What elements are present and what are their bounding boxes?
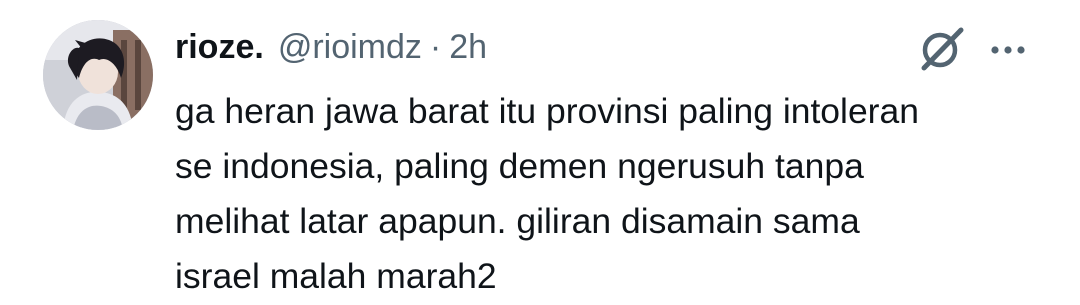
more-options-button[interactable] bbox=[986, 30, 1030, 70]
tweet-card[interactable]: rioze. @rioimdz · 2h ga heran jawa barat… bbox=[0, 0, 1080, 305]
tweet-header: rioze. @rioimdz · 2h bbox=[175, 22, 487, 72]
tweet-timestamp[interactable]: 2h bbox=[449, 28, 487, 67]
tweet-text-line: ga heran jawa barat itu provinsi paling … bbox=[175, 91, 919, 131]
tweet-text-line: israel malah marah2 bbox=[175, 256, 497, 296]
avatar[interactable] bbox=[43, 20, 153, 130]
author-display-name[interactable]: rioze. bbox=[175, 28, 264, 67]
more-horizontal-icon bbox=[991, 46, 1025, 54]
user-avatar-icon bbox=[43, 20, 153, 130]
grok-button[interactable] bbox=[914, 22, 968, 76]
tweet-text: ga heran jawa barat itu provinsi paling … bbox=[175, 84, 1055, 304]
tweet-text-line: melihat latar apapun. giliran disamain s… bbox=[175, 201, 860, 241]
grok-icon bbox=[921, 27, 964, 71]
author-handle[interactable]: @rioimdz bbox=[278, 28, 422, 67]
header-separator: · bbox=[429, 27, 442, 66]
tweet-text-line: se indonesia, paling demen ngerusuh tanp… bbox=[175, 146, 864, 186]
